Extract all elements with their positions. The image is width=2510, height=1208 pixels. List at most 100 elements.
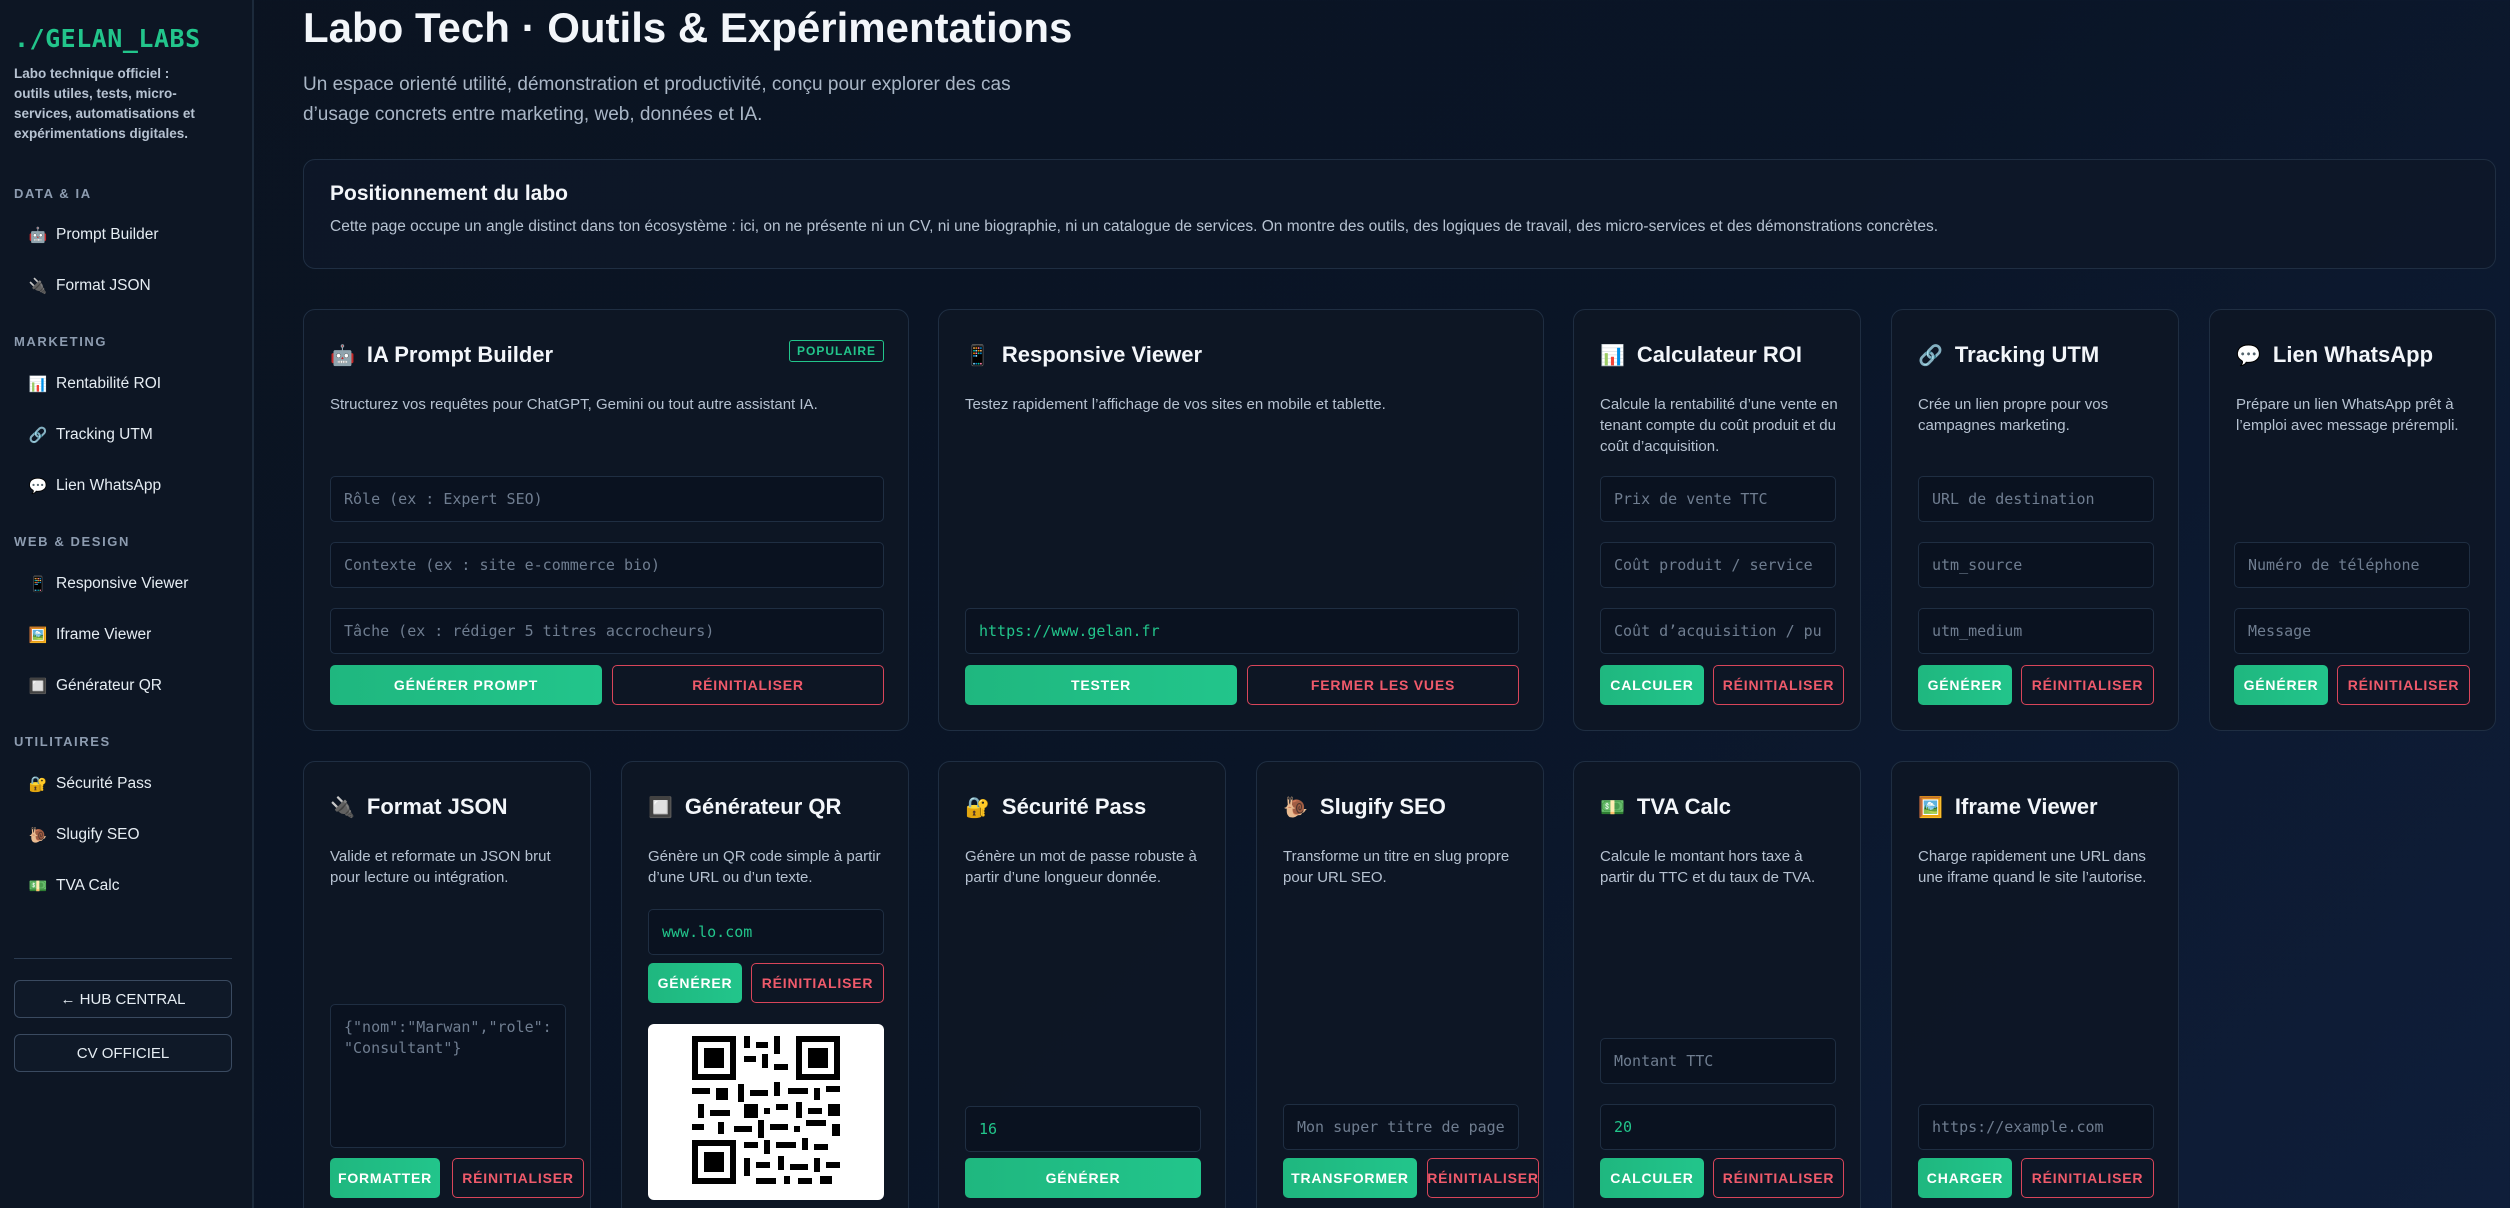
logo[interactable]: ./GELAN_LABS	[14, 24, 201, 53]
card-tva-calc: 💵 TVA Calc Calcule le montant hors taxe à…	[1573, 761, 1861, 1208]
test-button[interactable]: TESTER	[965, 665, 1237, 705]
nav-section-data-ia: DATA & IA	[14, 186, 92, 201]
square-icon: 🔲	[648, 796, 673, 819]
page-title: Labo Tech · Outils & Expérimentations	[303, 4, 1073, 51]
calculate-button[interactable]: CALCULER	[1600, 665, 1704, 705]
sidebar-item-label: Format JSON	[56, 277, 151, 294]
reset-button[interactable]: RÉINITIALISER	[1713, 1158, 1844, 1198]
card-title: 🔐 Sécurité Pass	[965, 794, 1146, 820]
sidebar-item-responsive[interactable]: 📱 Responsive Viewer	[28, 570, 189, 598]
password-length-input[interactable]	[965, 1106, 1201, 1152]
speech-bubble-icon: 💬	[2236, 344, 2261, 367]
sidebar-item-roi[interactable]: 📊 Rentabilité ROI	[28, 370, 161, 398]
snail-icon: 🐌	[28, 827, 48, 844]
card-slugify-seo: 🐌 Slugify SEO Transforme un titre en slug…	[1256, 761, 1544, 1208]
card-prompt-builder: 🤖 IA Prompt Builder POPULAIRE Structurez …	[303, 309, 909, 731]
reset-button[interactable]: RÉINITIALISER	[1713, 665, 1844, 705]
card-format-json: 🔌 Format JSON Valide et reformate un JSON…	[303, 761, 591, 1208]
sidebar-item-whatsapp[interactable]: 💬 Lien WhatsApp	[28, 472, 161, 500]
card-title: 🐌 Slugify SEO	[1283, 794, 1446, 820]
reset-button[interactable]: RÉINITIALISER	[2337, 665, 2470, 705]
close-views-button[interactable]: FERMER LES VUES	[1247, 665, 1519, 705]
card-description: Valide et reformate un JSON brut pour le…	[330, 848, 551, 886]
card-responsive-viewer: 📱 Responsive Viewer Testez rapidement l’a…	[938, 309, 1544, 731]
card-whatsapp-link: 💬 Lien WhatsApp Prépare un lien WhatsApp …	[2209, 309, 2496, 731]
reset-button[interactable]: RÉINITIALISER	[2021, 665, 2154, 705]
banknote-icon: 💵	[1600, 796, 1625, 819]
card-title-text: Iframe Viewer	[1954, 794, 2098, 819]
card-title: 🤖 IA Prompt Builder	[330, 342, 553, 368]
iframe-url-input[interactable]	[1918, 1104, 2154, 1150]
generate-button[interactable]: GÉNÉRER	[2234, 665, 2328, 705]
nav-section-marketing: MARKETING	[14, 334, 108, 349]
generate-button[interactable]: GÉNÉRER	[1918, 665, 2012, 705]
card-title-text: Slugify SEO	[1319, 794, 1446, 819]
role-input[interactable]	[330, 476, 884, 522]
reset-button[interactable]: RÉINITIALISER	[2021, 1158, 2154, 1198]
utm-source-input[interactable]	[1918, 542, 2154, 588]
product-cost-input[interactable]	[1600, 542, 1836, 588]
card-title-text: IA Prompt Builder	[366, 342, 554, 367]
sidebar-item-prompt-builder[interactable]: 🤖 Prompt Builder	[28, 221, 159, 249]
square-icon: 🔲	[28, 678, 48, 695]
robot-icon: 🤖	[330, 344, 355, 367]
destination-url-input[interactable]	[1918, 476, 2154, 522]
load-button[interactable]: CHARGER	[1918, 1158, 2012, 1198]
card-title-text: Format JSON	[366, 794, 508, 819]
reset-button[interactable]: RÉINITIALISER	[612, 665, 884, 705]
qr-code-image	[648, 1024, 884, 1200]
message-input[interactable]	[2234, 608, 2470, 654]
card-title: 🔲 Générateur QR	[648, 794, 841, 820]
sidebar-item-slugify[interactable]: 🐌 Slugify SEO	[28, 821, 140, 849]
generate-password-button[interactable]: GÉNÉRER	[965, 1158, 1201, 1198]
url-input[interactable]	[965, 608, 1519, 654]
sidebar-item-utm[interactable]: 🔗 Tracking UTM	[28, 421, 153, 449]
transform-button[interactable]: TRANSFORMER	[1283, 1158, 1417, 1198]
generate-button[interactable]: GÉNÉRER	[648, 963, 742, 1003]
sidebar-item-security-pass[interactable]: 🔐 Sécurité Pass	[28, 770, 152, 798]
card-qr-generator: 🔲 Générateur QR Génère un QR code simple …	[621, 761, 909, 1208]
hub-central-button[interactable]: ← HUB CENTRAL	[14, 980, 232, 1018]
cv-officiel-button[interactable]: CV OFFICIEL	[14, 1034, 232, 1072]
sale-price-input[interactable]	[1600, 476, 1836, 522]
json-textarea[interactable]	[330, 1004, 566, 1148]
calculate-button[interactable]: CALCULER	[1600, 1158, 1704, 1198]
sidebar-item-label: Tracking UTM	[56, 426, 153, 443]
sidebar-tagline: Labo technique officiel : outils utiles,…	[14, 66, 195, 141]
slug-title-input[interactable]	[1283, 1104, 1519, 1150]
card-title-text: Lien WhatsApp	[2272, 342, 2434, 367]
sidebar-item-label: Sécurité Pass	[56, 775, 152, 792]
framed-picture-icon: 🖼️	[28, 627, 48, 644]
phone-number-input[interactable]	[2234, 542, 2470, 588]
tva-rate-input[interactable]	[1600, 1104, 1836, 1150]
sidebar-item-iframe[interactable]: 🖼️ Iframe Viewer	[28, 621, 152, 649]
amount-ttc-input[interactable]	[1600, 1038, 1836, 1084]
sidebar-item-format-json[interactable]: 🔌 Format JSON	[28, 272, 151, 300]
snail-icon: 🐌	[1283, 796, 1308, 819]
reset-button[interactable]: RÉINITIALISER	[452, 1158, 584, 1198]
card-title-text: Responsive Viewer	[1001, 342, 1203, 367]
sidebar-item-qr[interactable]: 🔲 Générateur QR	[28, 672, 162, 700]
reset-button[interactable]: RÉINITIALISER	[1427, 1158, 1539, 1198]
generate-prompt-button[interactable]: GÉNÉRER PROMPT	[330, 665, 602, 705]
card-title-text: Générateur QR	[684, 794, 842, 819]
utm-medium-input[interactable]	[1918, 608, 2154, 654]
nav-section-web-design: WEB & DESIGN	[14, 534, 130, 549]
card-title: 💵 TVA Calc	[1600, 794, 1731, 820]
card-title: 🔗 Tracking UTM	[1918, 342, 2099, 368]
format-button[interactable]: FORMATTER	[330, 1158, 440, 1198]
plug-icon: 🔌	[330, 796, 355, 819]
framed-picture-icon: 🖼️	[1918, 796, 1943, 819]
sidebar-item-label: Rentabilité ROI	[56, 375, 162, 392]
card-description: Génère un mot de passe robuste à partir …	[965, 848, 1197, 886]
acquisition-cost-input[interactable]	[1600, 608, 1836, 654]
qr-text-input[interactable]	[648, 909, 884, 955]
context-input[interactable]	[330, 542, 884, 588]
task-input[interactable]	[330, 608, 884, 654]
card-title-text: TVA Calc	[1636, 794, 1732, 819]
sidebar-item-label: Iframe Viewer	[56, 626, 152, 643]
nav-section-utilitaires: UTILITAIRES	[14, 734, 111, 749]
sidebar-item-tva[interactable]: 💵 TVA Calc	[28, 872, 120, 900]
reset-button[interactable]: RÉINITIALISER	[751, 963, 884, 1003]
card-title: 📊 Calculateur ROI	[1600, 342, 1802, 368]
